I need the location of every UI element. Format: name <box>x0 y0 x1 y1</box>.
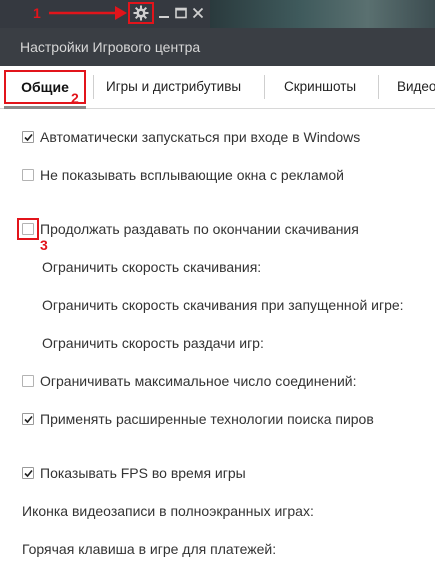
tab-separator <box>264 75 265 99</box>
dialog-title-bar: Настройки Игрового центра <box>0 28 435 66</box>
no-ads-checkbox[interactable] <box>22 169 34 181</box>
setting-peer-search: Применять расширенные технологии поиска … <box>22 411 374 427</box>
autostart-label: Автоматически запускаться при входе в Wi… <box>40 129 361 145</box>
show-fps-label: Показывать FPS во время игры <box>40 465 246 481</box>
peer-search-checkbox[interactable] <box>22 413 34 425</box>
annotation-step-3: 3 <box>40 237 48 253</box>
tab-separator <box>93 75 94 99</box>
no-ads-label: Не показывать всплывающие окна с рекламо… <box>40 167 344 183</box>
video-icon-label: Иконка видеозаписи в полноэкранных играх… <box>22 503 314 519</box>
limit-connections-checkbox[interactable] <box>22 375 34 387</box>
annotation-step-1: 1 <box>33 5 41 21</box>
tab-video[interactable]: Видео <box>397 66 435 108</box>
window-top-strip: 1 <box>0 0 435 28</box>
tab-general-label: Общие <box>21 79 69 95</box>
setting-autostart: Автоматически запускаться при входе в Wi… <box>22 129 360 145</box>
tab-games-distributives[interactable]: Игры и дистрибутивы <box>106 66 241 108</box>
limit-download-label: Ограничить скорость скачивания: <box>42 259 262 275</box>
setting-keep-seeding: Продолжать раздавать по окончании скачив… <box>22 221 359 237</box>
payment-hotkey-label: Горячая клавиша в игре для платежей: <box>22 541 277 557</box>
setting-show-fps: Показывать FPS во время игры <box>22 465 246 481</box>
setting-no-ads: Не показывать всплывающие окна с рекламо… <box>22 167 344 183</box>
maximize-button[interactable] <box>174 6 188 20</box>
settings-gear-button[interactable] <box>128 2 154 24</box>
checkmark-icon <box>23 133 33 141</box>
tab-separator <box>378 75 379 99</box>
peer-search-label: Применять расширенные технологии поиска … <box>40 411 374 427</box>
limit-download-ingame-label: Ограничить скорость скачивания при запущ… <box>42 297 404 313</box>
tab-screenshots[interactable]: Скриншоты <box>284 66 356 108</box>
annotation-step-2: 2 <box>71 90 79 106</box>
autostart-checkbox[interactable] <box>22 131 34 143</box>
checkmark-icon <box>23 415 33 423</box>
close-button[interactable] <box>191 6 205 20</box>
gear-icon <box>133 5 149 21</box>
maximize-icon <box>175 7 187 19</box>
limit-connections-label: Ограничивать максимальное число соединен… <box>40 373 357 389</box>
keep-seeding-checkbox[interactable] <box>22 223 34 235</box>
settings-tabs: Общие 2 Игры и дистрибутивы Скриншоты Ви… <box>0 66 435 109</box>
active-tab-indicator <box>4 106 86 109</box>
keep-seeding-label: Продолжать раздавать по окончании скачив… <box>40 221 359 237</box>
minimize-icon <box>159 16 169 18</box>
checkmark-icon <box>23 469 33 477</box>
desktop-background <box>210 0 435 28</box>
dialog-title: Настройки Игрового центра <box>20 39 201 55</box>
window-controls <box>157 4 205 22</box>
annotation-arrow-icon <box>49 6 127 20</box>
close-icon <box>192 7 204 19</box>
minimize-button[interactable] <box>157 6 171 20</box>
limit-upload-label: Ограничить скорость раздачи игр: <box>42 335 264 351</box>
show-fps-checkbox[interactable] <box>22 467 34 479</box>
setting-limit-connections: Ограничивать максимальное число соединен… <box>22 373 356 389</box>
